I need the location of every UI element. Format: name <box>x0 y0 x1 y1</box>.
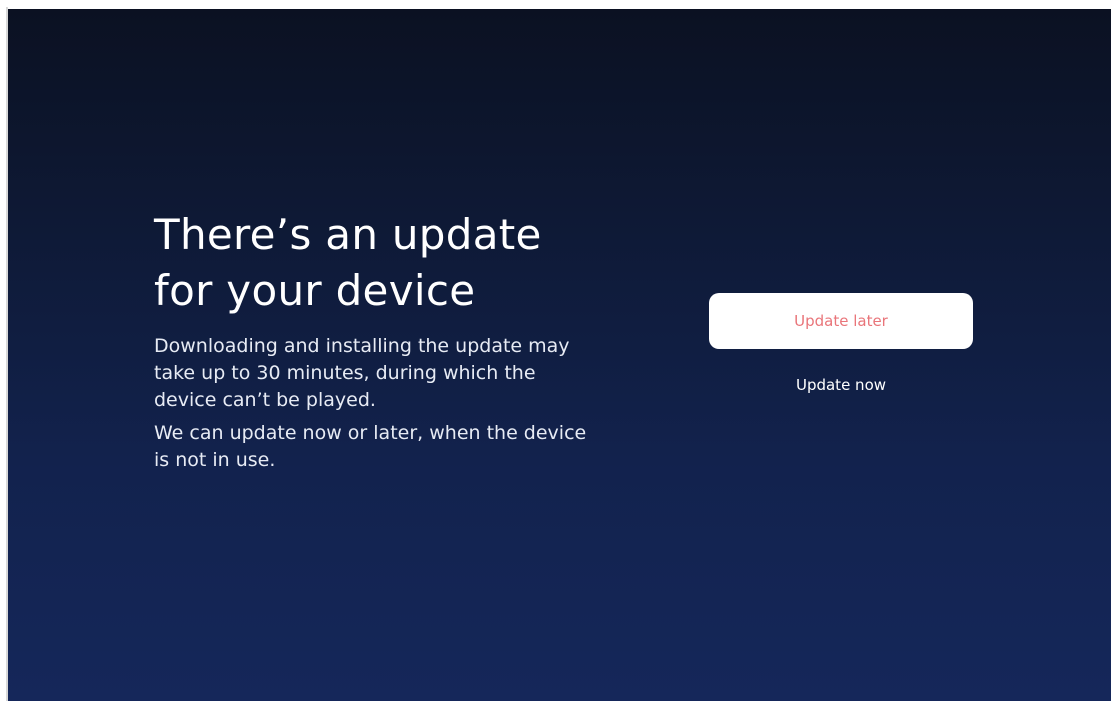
update-description: Downloading and installing the update ma… <box>154 333 634 414</box>
description-line-1: Downloading and installing the update ma… <box>154 335 570 357</box>
description-line-3: device can’t be played. <box>154 389 376 411</box>
timing-line-2: is not in use. <box>154 449 276 471</box>
headline-line-2: for your device <box>154 266 476 315</box>
description-line-2: take up to 30 minutes, during which the <box>154 362 536 384</box>
page-title: There’s an update for your device <box>154 207 634 319</box>
update-now-button[interactable]: Update now <box>709 375 973 395</box>
timing-line-1: We can update now or later, when the dev… <box>154 422 587 444</box>
update-screen: There’s an update for your device Downlo… <box>8 9 1111 701</box>
action-group: Update later Update now <box>709 293 973 395</box>
update-later-button[interactable]: Update later <box>709 293 973 349</box>
update-timing-note: We can update now or later, when the dev… <box>154 420 634 474</box>
update-message: There’s an update for your device Downlo… <box>154 207 634 474</box>
headline-line-1: There’s an update <box>154 210 542 259</box>
